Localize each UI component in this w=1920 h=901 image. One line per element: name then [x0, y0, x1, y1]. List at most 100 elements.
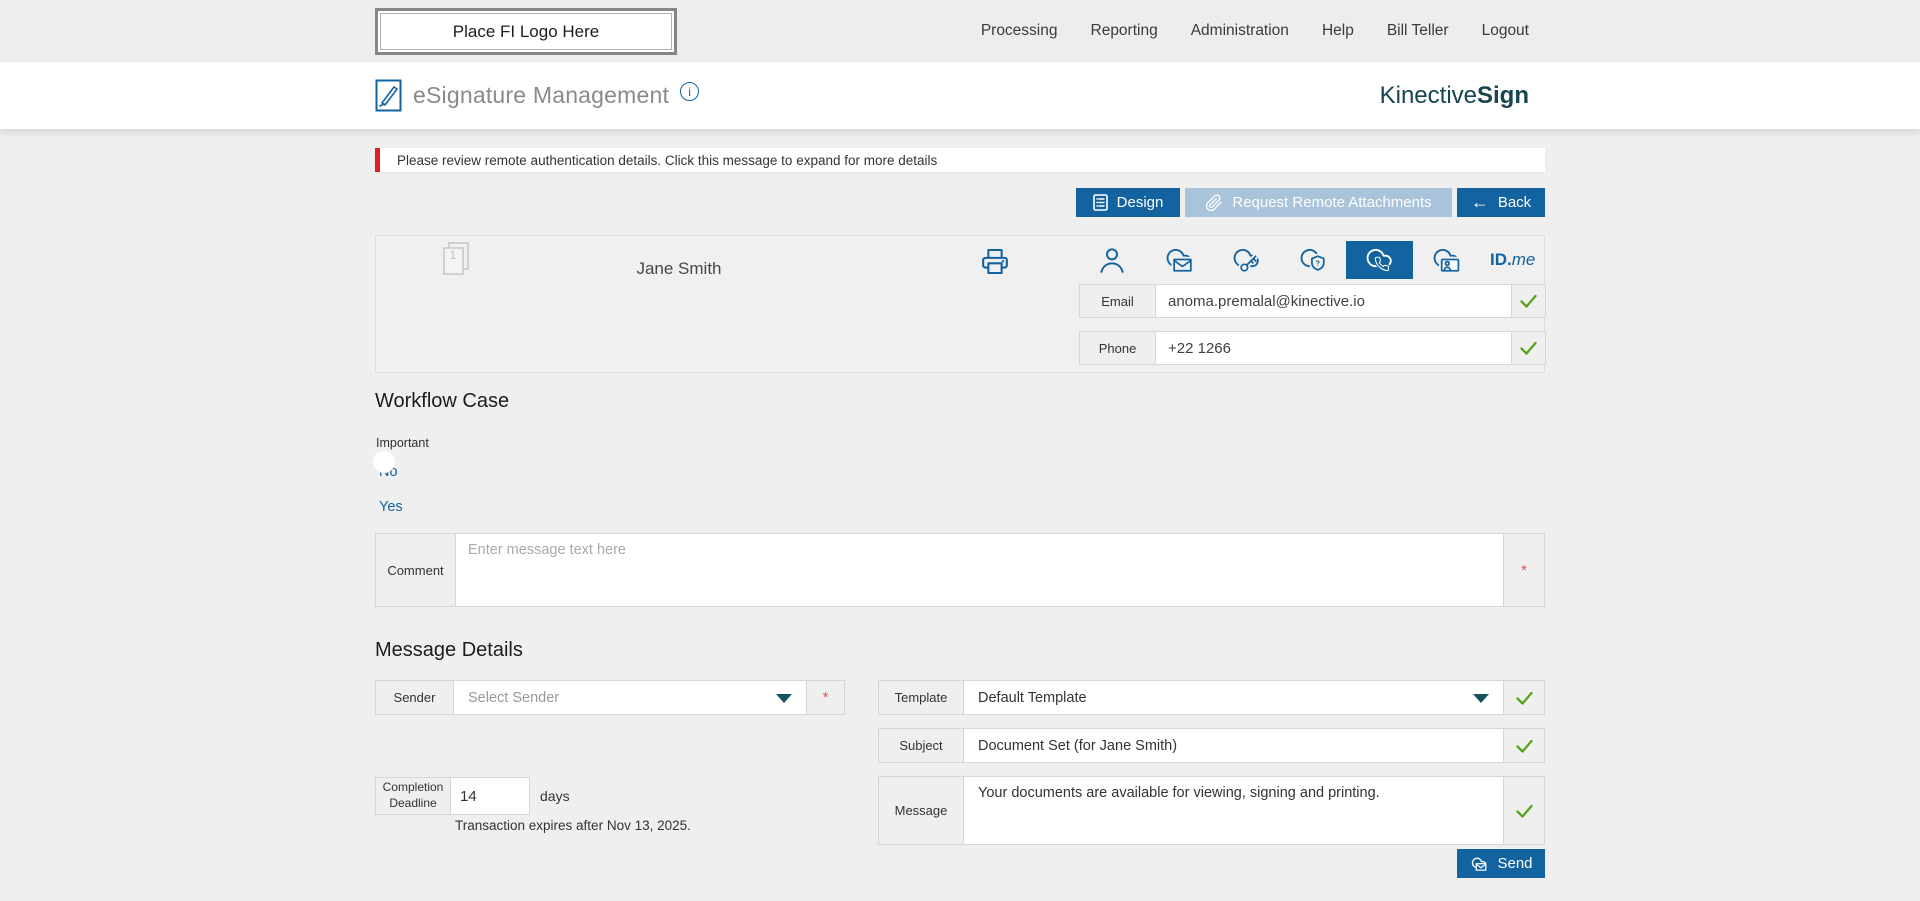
brand-product: Sign: [1477, 82, 1529, 110]
phone-field-row: Phone: [1079, 331, 1546, 365]
subject-field-row: Subject Document Set (for Jane Smith): [878, 728, 1545, 763]
radio-circle: [373, 451, 395, 473]
phone-valid-check: [1512, 332, 1545, 364]
document-count: 1: [440, 248, 466, 262]
deadline-unit-label: days: [540, 788, 570, 804]
back-button-label: Back: [1498, 194, 1531, 211]
idme-logo: ID.me: [1490, 250, 1535, 270]
recipient-card: 1 Jane Smith: [375, 235, 1545, 373]
send-cloud-email-icon: [1469, 856, 1489, 872]
person-icon: [1097, 245, 1127, 275]
send-button-label: Send: [1497, 855, 1532, 872]
completion-deadline-label: Completion Deadline: [376, 778, 451, 814]
sender-placeholder: Select Sender: [468, 690, 559, 706]
sender-label: Sender: [376, 681, 454, 714]
info-icon[interactable]: i: [680, 82, 699, 101]
top-nav: Processing Reporting Administration Help…: [981, 0, 1529, 62]
required-asterisk: *: [823, 690, 829, 705]
back-arrow-icon: ←: [1471, 193, 1489, 211]
subject-label: Subject: [879, 729, 964, 762]
workflow-case-heading: Workflow Case: [375, 390, 509, 413]
nav-logout[interactable]: Logout: [1482, 22, 1529, 40]
send-button[interactable]: Send: [1457, 849, 1545, 878]
message-label: Message: [879, 777, 964, 844]
cloud-email-icon: [1162, 246, 1196, 274]
auth-method-row: ?: [1079, 241, 1546, 279]
auth-method-phone[interactable]: [1346, 241, 1413, 279]
comment-textarea[interactable]: [456, 534, 1504, 606]
workflow-field-label: Important: [376, 436, 429, 450]
check-icon: [1516, 691, 1533, 705]
fi-logo-text: Place FI Logo Here: [380, 13, 672, 50]
printer-icon[interactable]: [980, 247, 1010, 276]
comment-label: Comment: [376, 534, 456, 606]
brand-logo: Kinective Sign: [1380, 62, 1529, 129]
design-document-icon: [1093, 194, 1108, 211]
sender-dropdown[interactable]: Select Sender: [454, 681, 807, 714]
message-details-heading: Message Details: [375, 639, 523, 662]
paperclip-icon: [1205, 194, 1223, 212]
phone-input[interactable]: [1156, 332, 1512, 364]
nav-processing[interactable]: Processing: [981, 22, 1058, 40]
auth-method-security-question[interactable]: ?: [1279, 241, 1346, 279]
svg-text:?: ?: [1315, 259, 1320, 268]
page-header-left: eSignature Management i: [375, 62, 699, 129]
auth-method-idme[interactable]: ID.me: [1479, 241, 1546, 279]
nav-administration[interactable]: Administration: [1191, 22, 1289, 40]
subject-input[interactable]: Document Set (for Jane Smith): [964, 729, 1504, 762]
auth-method-access-code[interactable]: [1212, 241, 1279, 279]
back-button[interactable]: ← Back: [1457, 188, 1545, 217]
completion-deadline-row: Completion Deadline: [375, 777, 530, 815]
check-icon: [1516, 804, 1533, 818]
toolbar: Design Request Remote Attachments ← Back: [375, 188, 1545, 217]
completion-deadline-input[interactable]: [451, 778, 529, 814]
sender-required-zone: *: [807, 681, 844, 714]
email-input[interactable]: [1156, 285, 1512, 317]
cloud-question-shield-icon: ?: [1296, 246, 1330, 274]
auth-method-email[interactable]: [1146, 241, 1213, 279]
email-valid-check: [1512, 285, 1545, 317]
template-valid-check: [1504, 681, 1544, 714]
email-field-row: Email: [1079, 284, 1546, 318]
request-remote-attachments-label: Request Remote Attachments: [1232, 194, 1431, 211]
nav-user-bill-teller[interactable]: Bill Teller: [1387, 22, 1449, 40]
phone-label: Phone: [1080, 332, 1156, 364]
esignature-management-page: Place FI Logo Here Processing Reporting …: [0, 0, 1920, 901]
subject-valid-check: [1504, 729, 1544, 762]
request-remote-attachments-button[interactable]: Request Remote Attachments: [1185, 188, 1452, 217]
auth-method-photo-id[interactable]: [1413, 241, 1480, 279]
cloud-phone-icon: [1362, 246, 1396, 274]
design-button[interactable]: Design: [1076, 188, 1180, 217]
recipient-name: Jane Smith: [554, 259, 804, 279]
comment-required-zone: *: [1504, 534, 1544, 606]
template-dropdown[interactable]: Default Template: [964, 681, 1504, 714]
chevron-down-icon: [1473, 694, 1489, 703]
alert-text: Please review remote authentication deta…: [397, 153, 937, 168]
workflow-option-no[interactable]: No: [379, 464, 398, 480]
fi-logo-placeholder: Place FI Logo Here: [375, 8, 677, 55]
comment-field-row: Comment *: [375, 533, 1545, 607]
template-value: Default Template: [978, 690, 1087, 706]
message-input[interactable]: Your documents are available for viewing…: [964, 777, 1504, 844]
template-field-row: Template Default Template: [878, 680, 1545, 715]
auth-method-person[interactable]: [1079, 241, 1146, 279]
expiry-note: Transaction expires after Nov 13, 2025.: [455, 818, 691, 833]
nav-reporting[interactable]: Reporting: [1091, 22, 1158, 40]
workflow-option-yes[interactable]: Yes: [379, 499, 403, 515]
cloud-id-card-icon: [1429, 246, 1463, 274]
nav-help[interactable]: Help: [1322, 22, 1354, 40]
required-asterisk: *: [1521, 563, 1527, 578]
remote-auth-alert[interactable]: Please review remote authentication deta…: [375, 148, 1545, 172]
cloud-key-icon: [1229, 246, 1263, 274]
check-icon: [1520, 341, 1537, 355]
chevron-down-icon: [776, 694, 792, 703]
message-valid-check: [1504, 777, 1544, 844]
sender-field-row: Sender Select Sender *: [375, 680, 845, 715]
brand-name: Kinective: [1380, 82, 1477, 110]
email-label: Email: [1080, 285, 1156, 317]
check-icon: [1516, 739, 1533, 753]
design-button-label: Design: [1117, 194, 1164, 211]
message-field-row: Message Your documents are available for…: [878, 776, 1545, 845]
page-header: eSignature Management i Kinective Sign: [0, 62, 1920, 129]
page-title: eSignature Management: [413, 82, 669, 109]
